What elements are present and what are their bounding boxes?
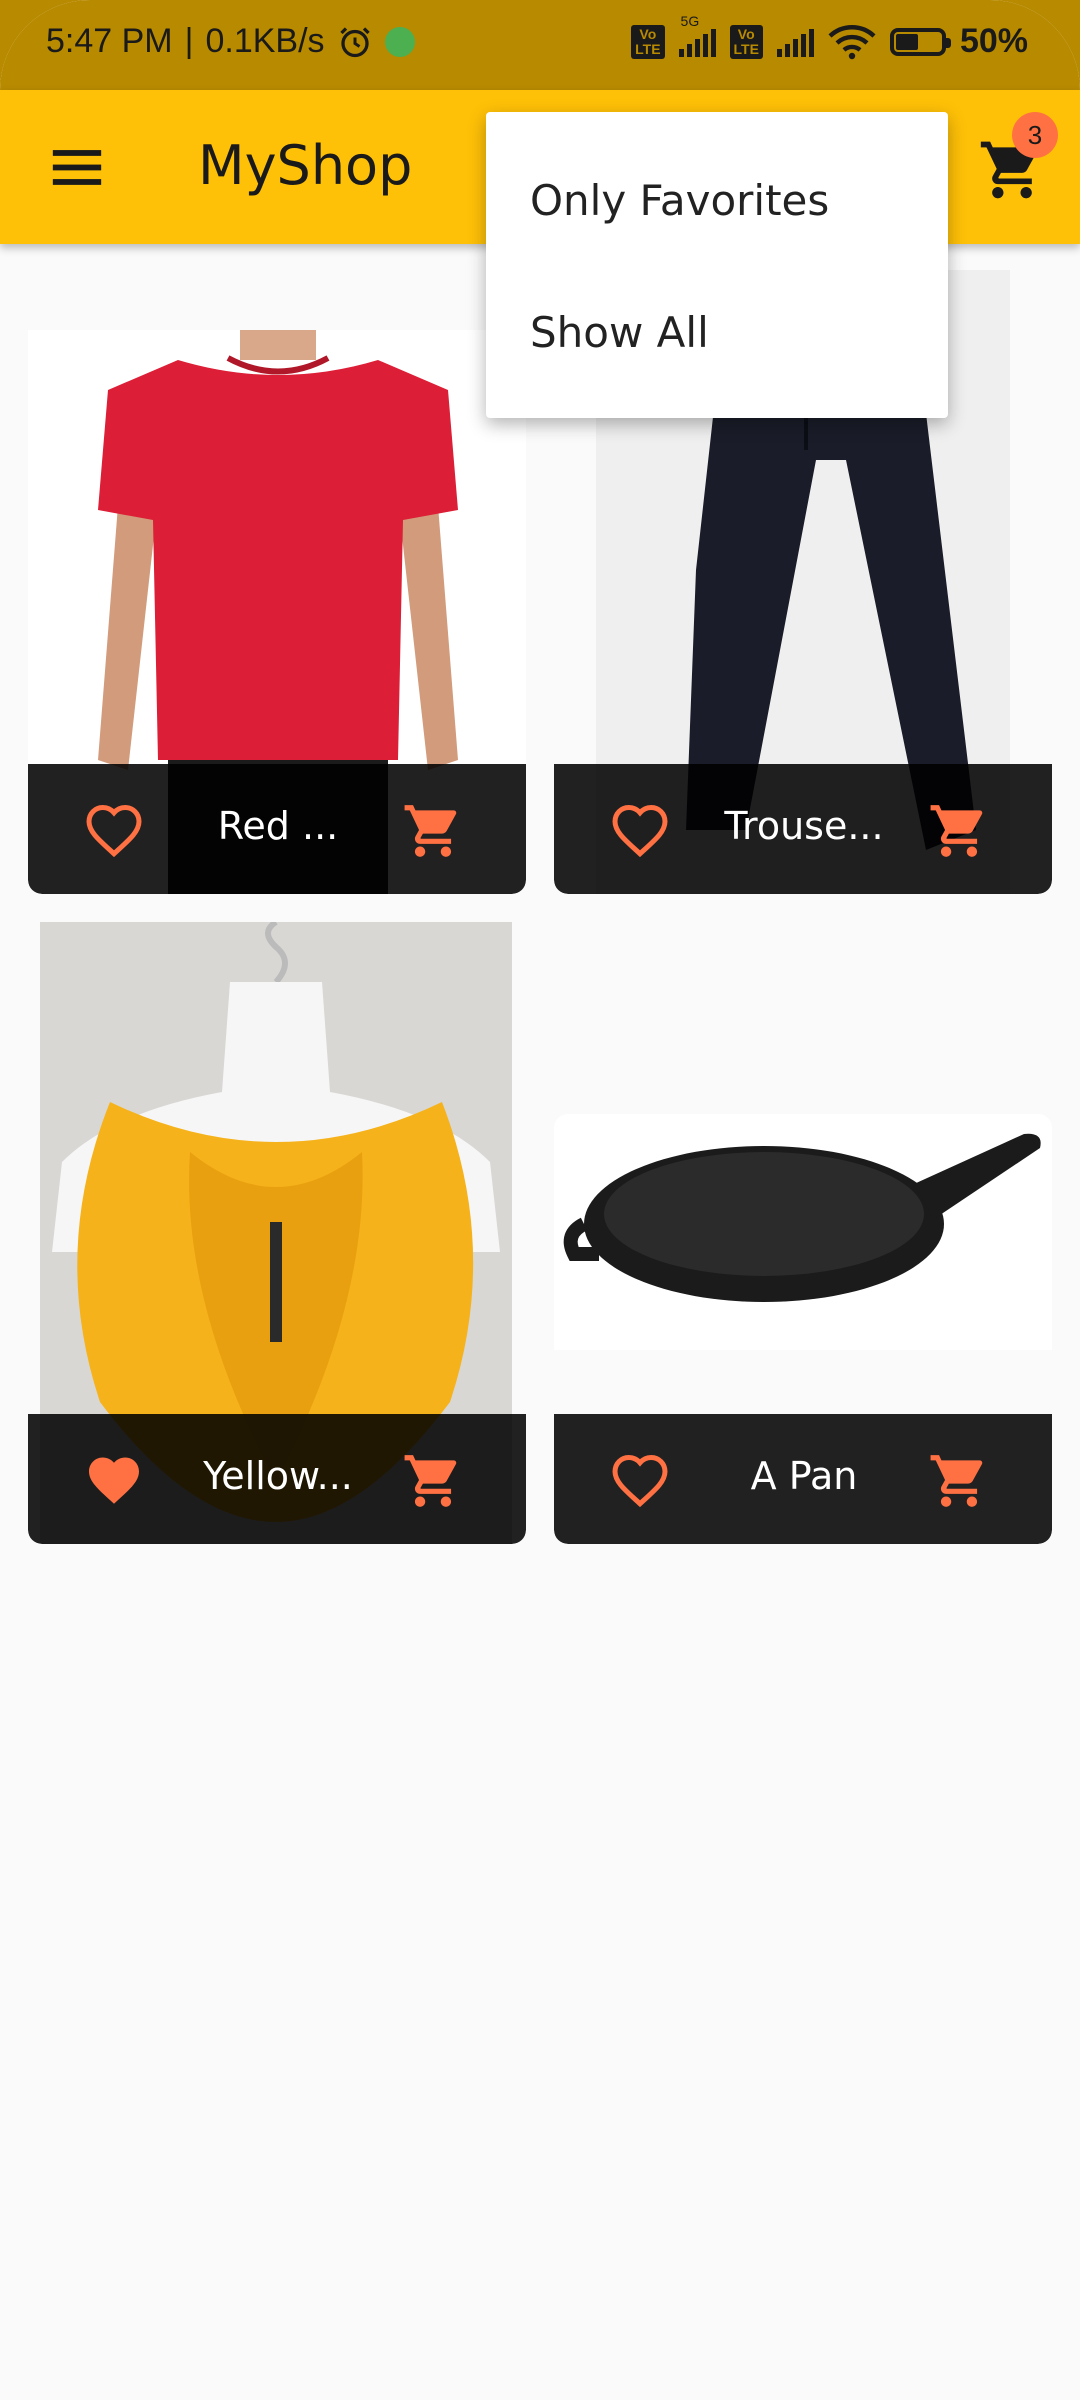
signal-icon-2 [776, 27, 814, 57]
alarm-icon [339, 26, 370, 57]
menu-item-show-all[interactable]: Show All [530, 308, 709, 357]
product-card[interactable]: A Pan [554, 1114, 1052, 1544]
product-title: Trouse... [724, 804, 884, 848]
volte-badge-1: Vo LTE [631, 24, 665, 59]
app-title: MyShop [198, 134, 413, 197]
network-speed: 0.1KB/s [205, 22, 325, 60]
product-card[interactable]: Red ... [28, 270, 526, 894]
product-title: Yellow... [203, 1454, 353, 1498]
add-cart-icon[interactable] [402, 1450, 464, 1512]
status-time: 5:47 PM [46, 22, 173, 60]
status-right: Vo LTE 5G Vo LTE 50% [631, 13, 1028, 61]
heart-outline-icon[interactable] [610, 1452, 670, 1508]
heart-outline-icon[interactable] [84, 802, 144, 858]
menu-item-only-favorites[interactable]: Only Favorites [530, 176, 829, 225]
wifi-icon [828, 24, 876, 59]
status-left: 5:47 PM | 0.1KB/s [46, 22, 415, 61]
battery-icon [889, 27, 951, 56]
5g-label: 5G [680, 12, 700, 29]
battery-fill [895, 33, 918, 50]
product-footer: Yellow... [28, 1414, 526, 1544]
product-card[interactable]: Yellow... [28, 918, 526, 1544]
product-title: A Pan [750, 1454, 858, 1498]
add-cart-icon[interactable] [928, 1450, 990, 1512]
product-title: Red ... [217, 804, 339, 848]
add-cart-icon[interactable] [402, 800, 464, 862]
battery-percent: 50% [959, 22, 1028, 60]
status-separator: | [184, 22, 194, 60]
product-footer: A Pan [554, 1414, 1052, 1544]
filter-popup-menu: Only Favorites Show All [486, 112, 948, 418]
heart-outline-icon[interactable] [610, 802, 670, 858]
menu-icon[interactable] [48, 138, 106, 196]
heart-filled-icon[interactable] [84, 1452, 144, 1508]
cart-badge: 3 [1012, 112, 1058, 158]
screen: 5:47 PM | 0.1KB/s Vo LTE 5G Vo LTE 50% M… [0, 0, 1080, 2400]
notification-app-icon [384, 26, 415, 57]
signal-icon-1 [678, 27, 716, 57]
status-bar: 5:47 PM | 0.1KB/s Vo LTE 5G Vo LTE 50% [0, 0, 1080, 90]
product-image-pan[interactable] [554, 1114, 1052, 1350]
volte-badge-2: Vo LTE [729, 24, 763, 59]
product-footer: Red ... [28, 764, 526, 894]
product-footer: Trouse... [554, 764, 1052, 894]
add-cart-icon[interactable] [928, 800, 990, 862]
